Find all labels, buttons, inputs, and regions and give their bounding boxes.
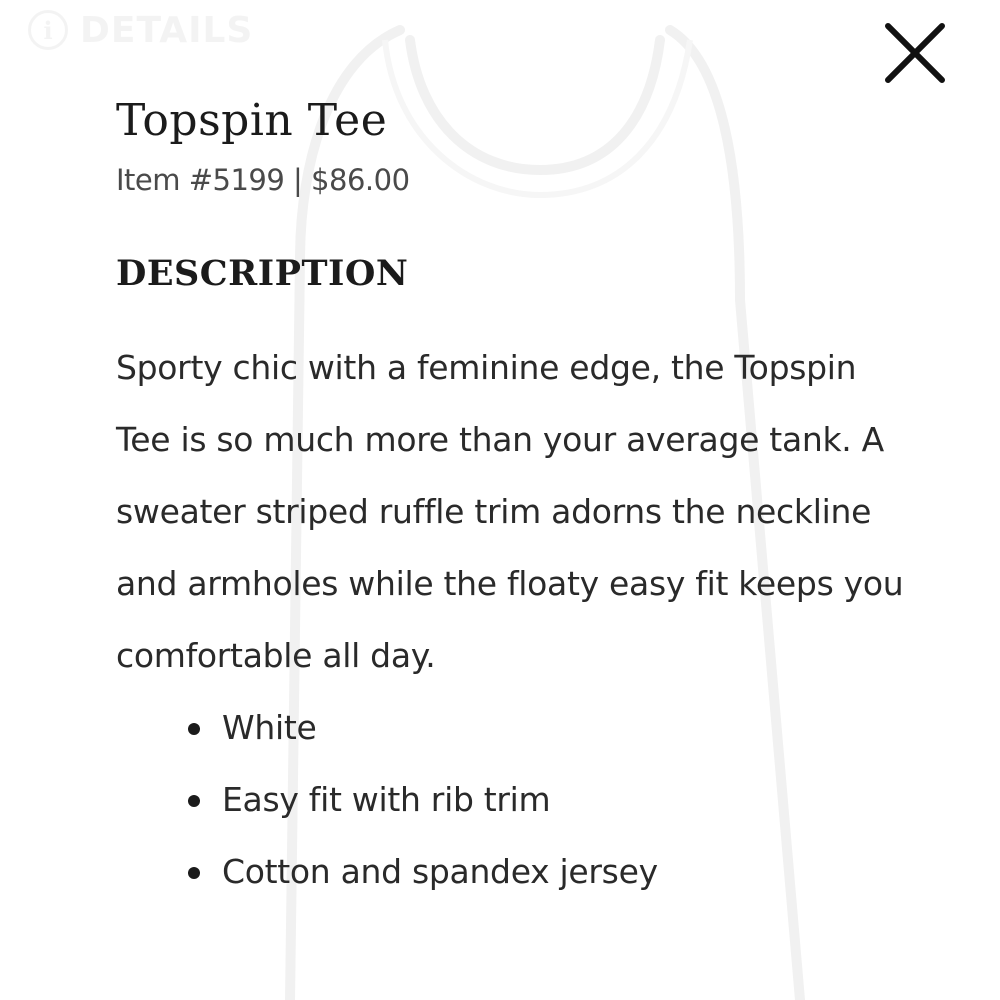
feature-label: White (222, 708, 317, 747)
info-icon: i (28, 10, 68, 50)
bullet-icon (188, 723, 200, 735)
bullet-icon (188, 867, 200, 879)
description-text: Sporty chic with a feminine edge, the To… (116, 348, 904, 675)
bullet-icon (188, 795, 200, 807)
product-meta: Item #5199 | $86.00 (116, 163, 410, 197)
close-icon (885, 23, 945, 83)
feature-label: Easy fit with rib trim (222, 780, 551, 819)
details-tab-label: DETAILS (80, 9, 254, 51)
feature-label: Cotton and spandex jersey (222, 852, 658, 891)
details-tab[interactable]: i DETAILS (28, 8, 253, 52)
list-item: Easy fit with rib trim (188, 764, 956, 836)
product-details-panel: Topspin Tee Item #5199 | $86.00 DESCRIPT… (116, 88, 956, 908)
list-item: Cotton and spandex jersey (188, 836, 956, 908)
list-item: White (188, 692, 956, 764)
product-title: Topspin Tee (116, 95, 388, 146)
feature-list: White Easy fit with rib trim Cotton and … (116, 692, 956, 908)
close-button[interactable] (880, 18, 950, 88)
description-heading: DESCRIPTION (116, 253, 409, 294)
